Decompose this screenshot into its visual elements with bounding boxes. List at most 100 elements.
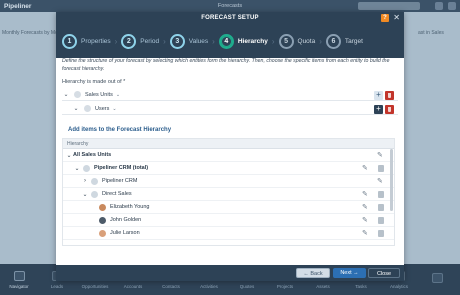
delete-level-button[interactable] (385, 105, 394, 114)
close-icon[interactable]: ✕ (393, 13, 400, 23)
tree-row-all-sales-units[interactable]: ⌄ All Sales Units ✎ (63, 149, 394, 162)
chevron-down-icon[interactable]: ⌄ (72, 105, 80, 112)
wizard-steps: 1 Properties › 2 Period › 3 Values › 4 H… (56, 24, 404, 58)
chevron-right-icon: › (114, 36, 118, 46)
step-label: Quota (297, 37, 316, 45)
nav-label: Activities (200, 283, 218, 289)
trash-icon[interactable] (378, 204, 384, 211)
dialog-title: FORECAST SETUP (201, 15, 259, 21)
step-number: 4 (218, 33, 234, 49)
chevron-right-icon: › (271, 36, 275, 46)
chevron-right-icon: › (319, 36, 322, 46)
step-values[interactable]: 3 Values (169, 33, 208, 49)
add-level-button[interactable]: + (374, 91, 383, 100)
dialog-footer: ← Back Next → Close (56, 265, 404, 281)
step-number: 2 (121, 33, 137, 49)
nav-item-more[interactable] (418, 264, 456, 295)
sales-unit-icon (83, 164, 90, 172)
app-logo[interactable]: Pipeliner (4, 3, 31, 10)
caret-down-icon[interactable]: ⌄ (116, 92, 120, 98)
tree-scrollbar[interactable] (390, 149, 393, 211)
tree-column-header: Hierarchy (63, 139, 394, 149)
tree-row-pipeliner-crm-total[interactable]: ⌄ Pipeliner CRM (total) ✎ (63, 162, 394, 175)
chevron-down-icon[interactable]: ⌄ (62, 91, 70, 98)
tree-row-user[interactable]: Elizabeth Young ✎ (63, 201, 394, 214)
hierarchy-level-label: Sales Units (85, 91, 113, 98)
chevron-down-icon[interactable]: ⌄ (81, 191, 89, 198)
dialog-header: FORECAST SETUP ? ✕ (56, 12, 404, 24)
trash-icon[interactable] (378, 165, 384, 172)
user-menu-icon[interactable] (448, 2, 456, 10)
tree-item-label: Direct Sales (102, 191, 132, 197)
nav-label: Tasks (355, 283, 367, 289)
row-actions: ✎ (377, 152, 384, 159)
background-right-text: ast in Sales (418, 30, 444, 36)
app-top-icons (435, 2, 456, 10)
edit-icon[interactable]: ✎ (362, 165, 369, 172)
row-actions: ✎ (362, 230, 384, 237)
edit-icon[interactable]: ✎ (362, 191, 369, 198)
step-quota[interactable]: 5 Quota (278, 33, 316, 49)
trash-icon[interactable] (378, 230, 384, 237)
trash-icon[interactable] (378, 217, 384, 224)
tree-row-user[interactable]: Julie Larson ✎ (63, 227, 394, 240)
trash-icon[interactable] (378, 191, 384, 198)
step-label: Hierarchy (237, 37, 268, 45)
step-target[interactable]: 6 Target (325, 33, 363, 49)
chevron-right-icon: › (212, 36, 215, 46)
row-actions: ✎ (362, 204, 384, 211)
user-avatar (99, 203, 106, 211)
chevron-down-icon[interactable]: ⌄ (65, 152, 73, 159)
nav-label: Contacts (162, 283, 180, 289)
tree-row-direct-sales[interactable]: ⌄ Direct Sales ✎ (63, 188, 394, 201)
step-hierarchy[interactable]: 4 Hierarchy (218, 33, 268, 49)
step-number: 5 (278, 33, 294, 49)
step-description: Define the structure of your forecast by… (62, 58, 390, 72)
hierarchy-level-sales-units[interactable]: ⌄ Sales Units ⌄ + (62, 89, 398, 101)
caret-down-icon[interactable]: ⌄ (112, 106, 116, 112)
step-label: Period (140, 37, 160, 45)
back-button[interactable]: ← Back (296, 268, 330, 278)
tree-row-pipeliner-crm[interactable]: › Pipeliner CRM ✎ (63, 175, 394, 188)
nav-label: Opportunities (81, 283, 109, 289)
hierarchy-level-users[interactable]: ⌄ Users ⌄ + (62, 103, 398, 115)
edit-icon[interactable]: ✎ (362, 204, 369, 211)
add-level-button[interactable]: + (374, 105, 383, 114)
section-title: Add items to the Forecast Hierarchy (68, 127, 172, 133)
level-actions: + (374, 91, 394, 100)
app-search-input[interactable] (358, 2, 420, 10)
step-properties[interactable]: 1 Properties (62, 33, 111, 49)
row-actions: ✎ (377, 178, 384, 185)
tree-item-label: Pipeliner CRM (total) (94, 165, 149, 171)
nav-label: Leads (50, 283, 64, 289)
app-top-bar: Pipeliner Forecasts (0, 0, 460, 12)
user-avatar (99, 229, 106, 237)
edit-icon[interactable]: ✎ (362, 217, 369, 224)
tree-item-label: John Golden (110, 217, 142, 223)
chevron-right-icon[interactable]: › (81, 178, 89, 184)
hierarchy-level-label: Users (95, 105, 110, 112)
next-button[interactable]: Next → (333, 268, 366, 278)
delete-level-button[interactable] (385, 91, 394, 100)
step-number: 6 (325, 33, 341, 49)
edit-icon[interactable]: ✎ (377, 152, 384, 159)
step-label: Properties (81, 37, 111, 45)
background-left-text: Monthly Forecasts by Mo (2, 30, 58, 36)
step-number: 3 (169, 33, 185, 49)
chevron-down-icon[interactable]: ⌄ (73, 165, 81, 172)
help-button[interactable]: ? (381, 14, 389, 22)
edit-icon[interactable]: ✎ (362, 230, 369, 237)
step-period[interactable]: 2 Period (121, 33, 160, 49)
row-actions: ✎ (362, 165, 384, 172)
nav-item-navigator[interactable]: Navigator (0, 264, 38, 295)
close-button[interactable]: Close (368, 268, 400, 278)
tree-row-user[interactable]: John Golden ✎ (63, 214, 394, 227)
edit-icon[interactable]: ✎ (377, 178, 384, 185)
nav-label: Assets (316, 283, 330, 289)
tree-item-label: All Sales Units (73, 152, 112, 158)
notification-icon[interactable] (435, 2, 443, 10)
nav-label: Analytics (389, 283, 408, 289)
step-number: 1 (62, 33, 77, 49)
navigator-icon (13, 270, 25, 281)
nav-label: Navigator (9, 283, 29, 289)
